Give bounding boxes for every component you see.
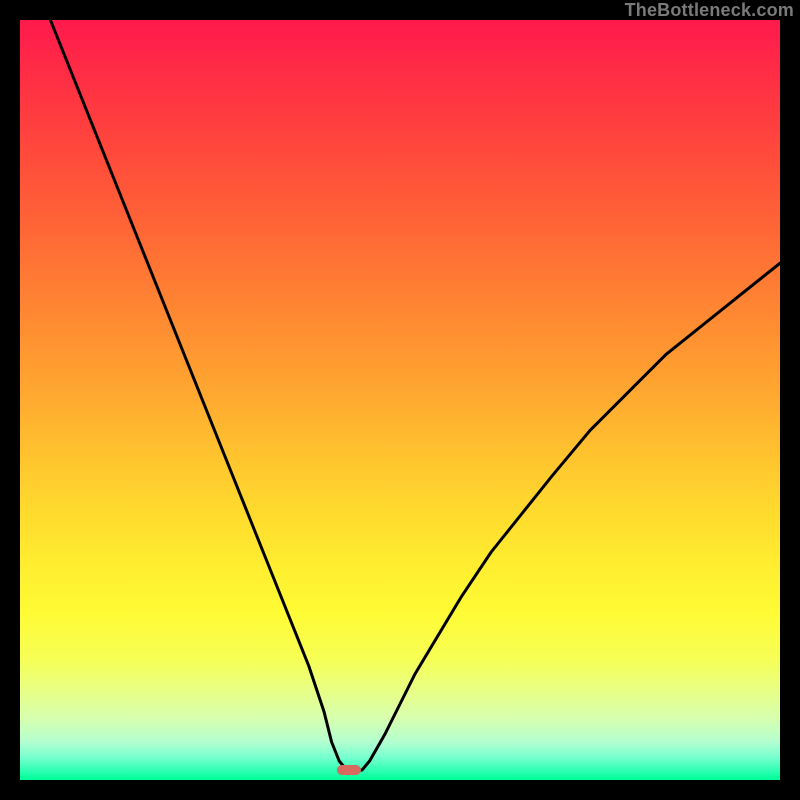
chart-frame: TheBottleneck.com [0,0,800,800]
watermark-text: TheBottleneck.com [625,0,794,21]
curve-svg [20,20,780,780]
plot-area [20,20,780,780]
bottleneck-curve [50,20,780,770]
optimum-marker [337,765,361,775]
